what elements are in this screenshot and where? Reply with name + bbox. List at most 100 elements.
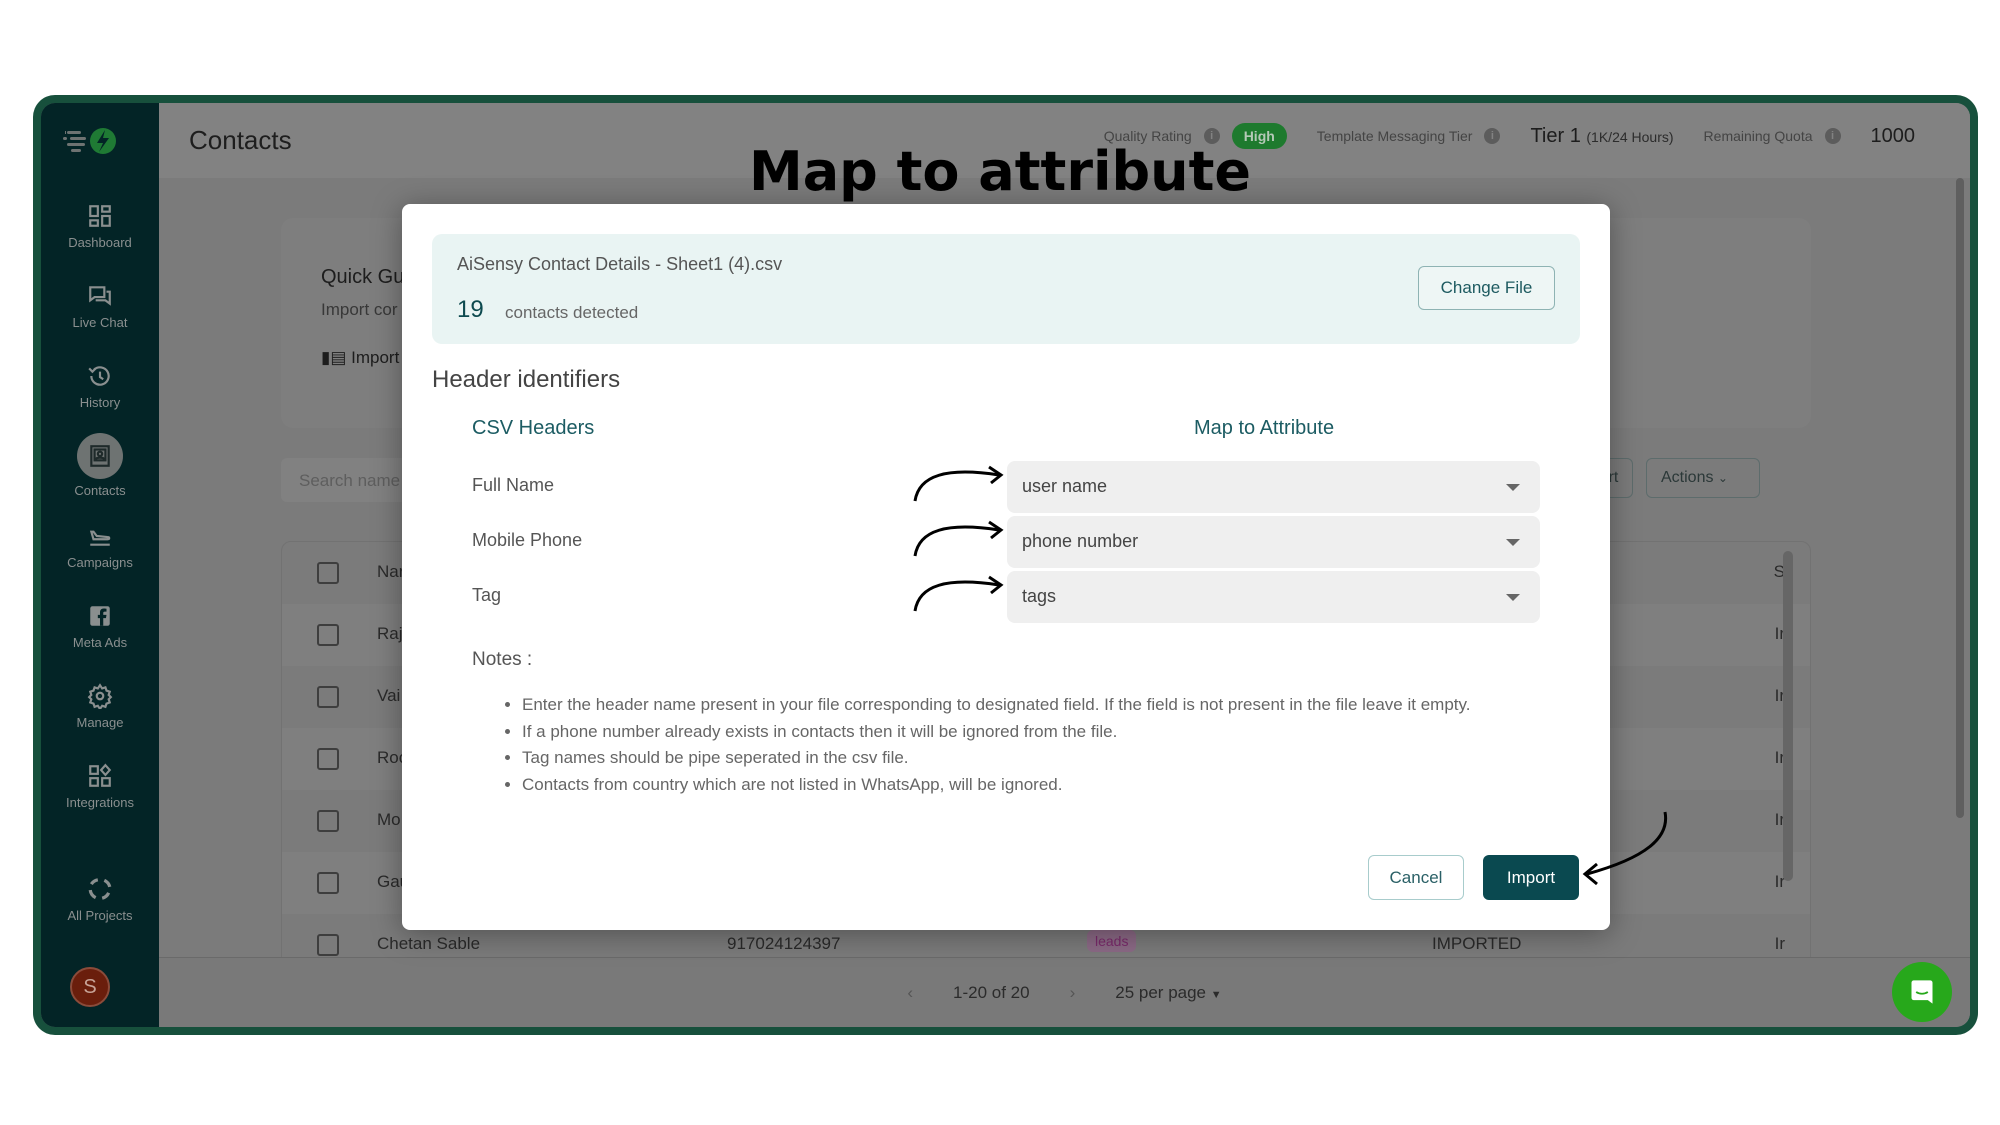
sidebar-item-all-projects[interactable]: All Projects <box>41 876 159 923</box>
quick-guide-subtitle: Import cor <box>321 300 398 319</box>
per-page-select[interactable]: 25 per page ▼ <box>1115 983 1221 1003</box>
sidebar-item-history[interactable]: History <box>41 363 159 410</box>
contact-status: Ir <box>1774 934 1785 953</box>
contact-tag: leads <box>1087 930 1137 952</box>
cancel-button[interactable]: Cancel <box>1368 855 1464 900</box>
annotation-arrow-icon <box>1582 811 1668 886</box>
quick-guide-title: Quick Gu <box>321 266 405 288</box>
column-header-name: Nar <box>377 562 405 581</box>
book-icon: ▮▤ <box>321 348 352 367</box>
sidebar-item-label: History <box>79 395 121 410</box>
attribute-select-value: phone number <box>1022 531 1139 551</box>
contact-name: Mo <box>377 810 401 829</box>
sidebar-item-meta-ads[interactable]: Meta Ads <box>41 603 159 650</box>
chat-bubble-icon <box>1911 980 1933 1004</box>
csv-header-label: Full Name <box>472 475 555 495</box>
sidebar-item-label: All Projects <box>67 908 133 923</box>
annotation-title: Map to attribute <box>748 140 1252 203</box>
change-file-button[interactable]: Change File <box>1418 266 1555 310</box>
note-item: Enter the header name present in your fi… <box>522 692 1470 719</box>
caret-down-icon <box>1506 484 1520 491</box>
pagination-bar: ‹ 1-20 of 20 › 25 per page ▼ <box>159 957 1970 1027</box>
support-chat-button[interactable] <box>1892 962 1952 1022</box>
contacts-count: 19 <box>457 296 484 323</box>
attribute-select[interactable]: tags <box>1007 571 1540 623</box>
row-checkbox[interactable] <box>317 872 339 894</box>
annotation-arrow-icon <box>913 520 1004 557</box>
projects-ring-icon <box>88 878 112 900</box>
sidebar-item-integrations[interactable]: Integrations <box>41 763 159 810</box>
import-button[interactable]: Import <box>1483 855 1579 900</box>
file-summary: AiSensy Contact Details - Sheet1 (4).csv… <box>432 234 1580 344</box>
caret-down-icon <box>1506 539 1520 546</box>
chat-icon <box>89 286 111 306</box>
import-mapping-modal: AiSensy Contact Details - Sheet1 (4).csv… <box>402 204 1610 930</box>
map-to-attribute-column-title: Map to Attribute <box>1194 417 1335 439</box>
mapping-row: Full Name user name <box>402 461 1610 513</box>
mapping-row: Mobile Phone phone number <box>402 516 1610 568</box>
row-checkbox[interactable] <box>317 624 339 646</box>
notes-title: Notes : <box>472 649 533 670</box>
actions-dropdown[interactable]: Actions ⌄ <box>1646 458 1760 498</box>
row-checkbox[interactable] <box>317 934 339 956</box>
actions-label: Actions <box>1661 469 1714 486</box>
annotation-arrow-icon <box>913 465 1004 502</box>
integrations-icon <box>89 763 112 787</box>
contact-name: Chetan Sable <box>377 934 481 953</box>
sidebar-item-campaigns[interactable]: Campaigns <box>41 523 159 570</box>
attribute-select-value: tags <box>1022 586 1057 606</box>
sidebar: Dashboard Live Chat History Contacts Cam… <box>41 103 159 1027</box>
contact-phone: 917024124397 <box>727 934 841 953</box>
facebook-icon <box>90 606 110 626</box>
sidebar-item-live-chat[interactable]: Live Chat <box>41 283 159 330</box>
per-page-label: 25 per page <box>1115 983 1207 1002</box>
file-name: AiSensy Contact Details - Sheet1 (4).csv <box>457 254 783 274</box>
row-checkbox[interactable] <box>317 686 339 708</box>
avatar[interactable]: S <box>70 967 110 1007</box>
section-title: Header identifiers <box>432 366 621 393</box>
sidebar-item-dashboard[interactable]: Dashboard <box>41 203 159 250</box>
page-scrollbar[interactable] <box>1956 178 1964 818</box>
chevron-down-icon: ⌄ <box>1717 471 1728 485</box>
contacts-icon <box>90 445 110 467</box>
sidebar-item-label: Integrations <box>66 795 134 810</box>
attribute-select-value: user name <box>1022 476 1108 496</box>
csv-header-label: Tag <box>472 585 502 605</box>
notes-list: Enter the header name present in your fi… <box>522 692 1470 798</box>
note-item: Tag names should be pipe seperated in th… <box>522 745 1470 772</box>
row-checkbox[interactable] <box>317 810 339 832</box>
sidebar-item-manage[interactable]: Manage <box>41 683 159 730</box>
history-icon <box>88 366 110 386</box>
annotation-arrow-icon <box>913 575 1004 612</box>
attribute-select[interactable]: phone number <box>1007 516 1540 568</box>
quick-guide-link[interactable]: ▮▤ Import <box>321 348 399 368</box>
sidebar-item-contacts[interactable]: Contacts <box>41 433 159 498</box>
gear-icon <box>87 683 113 709</box>
sidebar-item-label: Dashboard <box>68 235 132 250</box>
prev-page-icon[interactable]: ‹ <box>907 983 913 1003</box>
select-all-checkbox[interactable] <box>317 562 339 584</box>
sidebar-item-label: Manage <box>76 715 124 730</box>
csv-headers-column-title: CSV Headers <box>472 417 595 439</box>
avatar-letter: S <box>83 975 97 998</box>
contact-name: Vai <box>377 686 401 705</box>
contact-name: Raj <box>377 624 403 643</box>
mapping-row: Tag tags <box>402 571 1610 623</box>
note-item: If a phone number already exists in cont… <box>522 719 1470 746</box>
next-page-icon[interactable]: › <box>1070 983 1076 1003</box>
sidebar-item-label: Live Chat <box>72 315 128 330</box>
attribute-select[interactable]: user name <box>1007 461 1540 513</box>
campaign-plane-icon <box>89 530 111 546</box>
page-range: 1-20 of 20 <box>953 983 1030 1002</box>
sidebar-item-label: Meta Ads <box>72 635 128 650</box>
caret-down-icon: ▼ <box>1210 989 1222 1001</box>
sidebar-item-label: Contacts <box>74 483 126 498</box>
contacts-count-label: contacts detected <box>505 303 639 322</box>
sidebar-item-label: Campaigns <box>67 555 133 570</box>
dashboard-icon <box>89 205 111 227</box>
contact-import-state: IMPORTED <box>1432 934 1522 953</box>
pagination: ‹ 1-20 of 20 › 25 per page ▼ <box>159 983 1970 1003</box>
quick-guide-link-label: Import <box>351 348 400 367</box>
row-checkbox[interactable] <box>317 748 339 770</box>
table-scrollbar[interactable] <box>1783 551 1793 881</box>
